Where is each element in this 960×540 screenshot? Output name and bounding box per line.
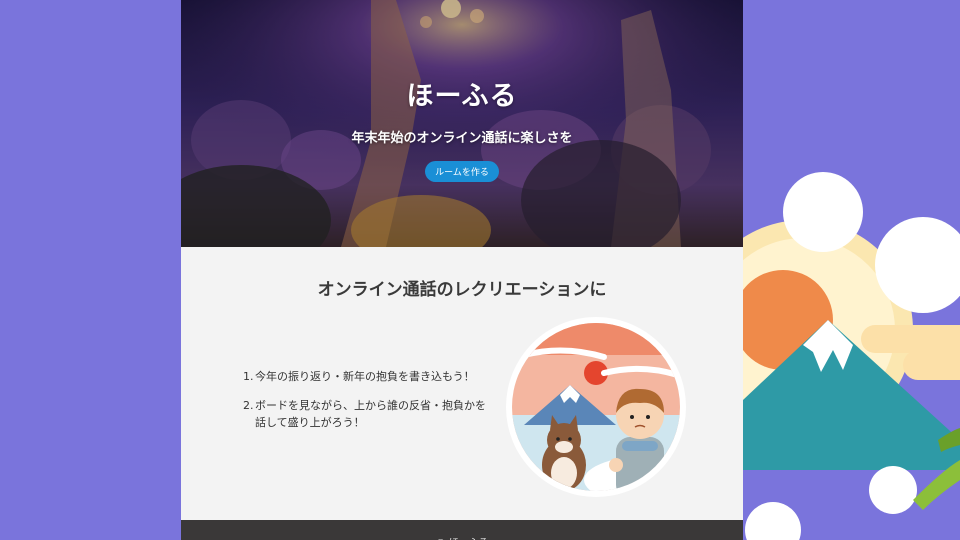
fuji-dog-boy-illustration xyxy=(506,317,686,497)
section-title: オンライン通話のレクリエーションに xyxy=(317,280,607,300)
list-item: 1. 今年の振り返り・新年の抱負を書き込もう！ xyxy=(243,368,493,385)
steps-list: 1. 今年の振り返り・新年の抱負を書き込もう！ 2. ボードを見ながら、上から誰… xyxy=(243,368,493,443)
app-tagline: 年末年始のオンライン通話に楽しさを xyxy=(351,131,573,146)
landing-page: ほーふる 年末年始のオンライン通話に楽しさを ルームを作る オンライン通話のレク… xyxy=(181,0,743,540)
step-text: ボードを見ながら、上から誰の反省・抱負かを話して盛り上がろう！ xyxy=(255,399,486,429)
footer: © ほーふる xyxy=(181,520,743,540)
decorative-new-year-art xyxy=(743,0,960,540)
features-section: オンライン通話のレクリエーションに 1. 今年の振り返り・新年の抱負を書き込もう… xyxy=(181,247,743,520)
create-room-button[interactable]: ルームを作る xyxy=(425,161,499,182)
step-number: 2. xyxy=(243,399,254,412)
step-number: 1. xyxy=(243,370,254,383)
step-text: 今年の振り返り・新年の抱負を書き込もう！ xyxy=(255,370,475,383)
app-title: ほーふる xyxy=(406,81,518,112)
hero-banner: ほーふる 年末年始のオンライン通話に楽しさを ルームを作る xyxy=(181,0,743,247)
list-item: 2. ボードを見ながら、上から誰の反省・抱負かを話して盛り上がろう！ xyxy=(243,397,493,431)
